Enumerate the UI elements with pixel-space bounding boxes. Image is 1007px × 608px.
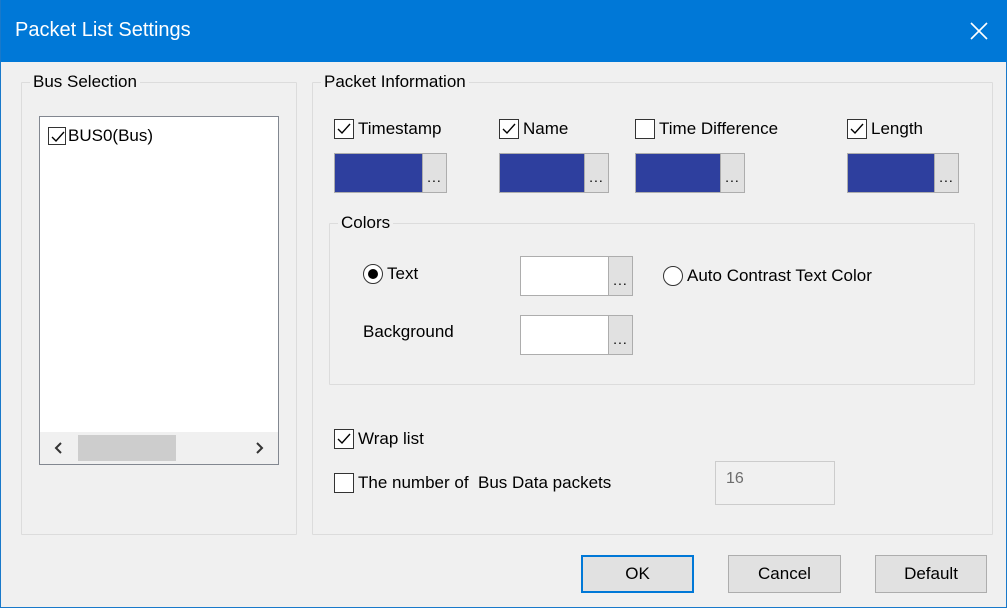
- background-label: Background: [363, 322, 454, 341]
- time-difference-checkbox-box[interactable]: [635, 119, 655, 139]
- scrollbar-thumb[interactable]: [78, 435, 176, 461]
- background-color-swatch: [521, 316, 608, 354]
- default-button[interactable]: Default: [875, 555, 987, 593]
- length-color-picker[interactable]: ...: [847, 153, 959, 193]
- ok-button[interactable]: OK: [581, 555, 694, 593]
- length-checkbox[interactable]: Length: [847, 118, 923, 140]
- length-color-swatch: [848, 154, 934, 192]
- bus-list-item-label: BUS0(Bus): [68, 126, 154, 145]
- text-color-picker[interactable]: ...: [520, 256, 633, 296]
- timestamp-color-picker[interactable]: ...: [334, 153, 447, 193]
- wrap-list-checkbox-box[interactable]: [334, 429, 354, 449]
- timestamp-label: Timestamp: [358, 119, 442, 138]
- bus-list-item[interactable]: BUS0(Bus): [48, 125, 153, 147]
- checkmark-icon: [337, 123, 351, 135]
- chevron-left-icon: [54, 442, 62, 454]
- scroll-right-button[interactable]: [240, 432, 278, 464]
- dialog-title: Packet List Settings: [15, 19, 191, 41]
- text-color-swatch: [521, 257, 608, 295]
- timestamp-color-ellipsis-button[interactable]: ...: [422, 154, 446, 192]
- cancel-button[interactable]: Cancel: [728, 555, 841, 593]
- name-checkbox-box[interactable]: [499, 119, 519, 139]
- name-color-swatch: [500, 154, 584, 192]
- scroll-left-button[interactable]: [40, 432, 78, 464]
- packet-list-settings-dialog: Packet List Settings Bus Selection BUS0(…: [0, 0, 1007, 608]
- length-label: Length: [871, 119, 923, 138]
- title-bar: Packet List Settings: [1, 0, 1007, 62]
- timestamp-color-swatch: [335, 154, 422, 192]
- wrap-list-checkbox[interactable]: Wrap list: [334, 428, 424, 450]
- colors-legend: Colors: [341, 213, 391, 232]
- length-color-ellipsis-button[interactable]: ...: [934, 154, 958, 192]
- auto-contrast-radio[interactable]: Auto Contrast Text Color: [663, 264, 872, 288]
- name-label: Name: [523, 119, 569, 138]
- bus-packets-label: The number of Bus Data packets: [358, 473, 612, 492]
- bus-selection-legend: Bus Selection: [33, 72, 137, 91]
- timestamp-checkbox[interactable]: Timestamp: [334, 118, 441, 140]
- horizontal-scrollbar[interactable]: [40, 432, 278, 464]
- wrap-list-label: Wrap list: [358, 429, 424, 448]
- length-checkbox-box[interactable]: [847, 119, 867, 139]
- checkmark-icon: [51, 131, 65, 143]
- time-difference-checkbox[interactable]: Time Difference: [635, 118, 778, 140]
- close-icon: [970, 22, 988, 40]
- bus-list[interactable]: BUS0(Bus): [39, 116, 279, 465]
- radio-selected-dot: [368, 269, 378, 279]
- bus-packets-checkbox-box[interactable]: [334, 473, 354, 493]
- time-difference-color-picker[interactable]: ...: [635, 153, 745, 193]
- chevron-right-icon: [256, 442, 264, 454]
- background-color-picker[interactable]: ...: [520, 315, 633, 355]
- text-radio-label: Text: [387, 264, 419, 283]
- bus-packets-count-field[interactable]: 16: [715, 461, 835, 505]
- auto-contrast-label: Auto Contrast Text Color: [687, 266, 872, 285]
- text-radio-button[interactable]: [363, 264, 383, 284]
- time-difference-color-ellipsis-button[interactable]: ...: [720, 154, 744, 192]
- auto-contrast-radio-button[interactable]: [663, 266, 683, 286]
- background-color-ellipsis-button[interactable]: ...: [608, 316, 632, 354]
- name-color-ellipsis-button[interactable]: ...: [584, 154, 608, 192]
- name-checkbox[interactable]: Name: [499, 118, 568, 140]
- name-color-picker[interactable]: ...: [499, 153, 609, 193]
- timestamp-checkbox-box[interactable]: [334, 119, 354, 139]
- packet-information-legend: Packet Information: [324, 72, 466, 91]
- time-difference-color-swatch: [636, 154, 720, 192]
- time-difference-label: Time Difference: [659, 119, 779, 138]
- text-radio[interactable]: Text: [363, 262, 418, 286]
- close-button[interactable]: [950, 0, 1007, 62]
- colors-group: Colors: [329, 213, 975, 385]
- checkmark-icon: [502, 123, 516, 135]
- checkmark-icon: [337, 433, 351, 445]
- bus0-checkbox[interactable]: [48, 127, 66, 145]
- checkmark-icon: [850, 123, 864, 135]
- bus-packets-checkbox[interactable]: The number of Bus Data packets: [334, 472, 611, 494]
- text-color-ellipsis-button[interactable]: ...: [608, 257, 632, 295]
